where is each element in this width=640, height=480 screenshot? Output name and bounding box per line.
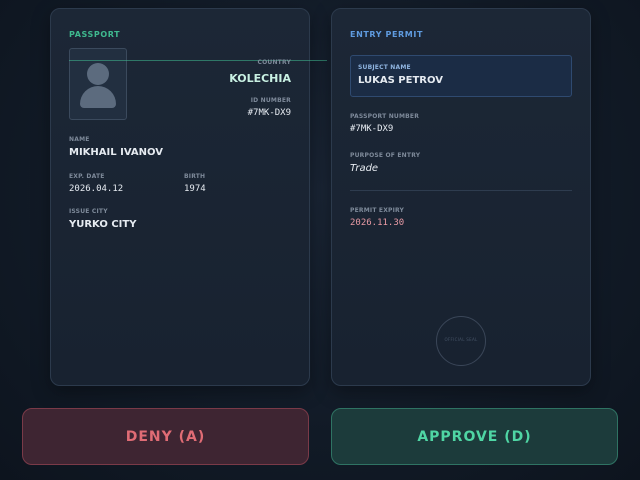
country-label: COUNTRY: [257, 59, 291, 66]
official-seal-icon: OFFICIAL SEAL: [436, 316, 486, 366]
name-label: NAME: [69, 136, 90, 143]
exp-date-value: 2026.04.12: [69, 184, 124, 194]
birth-label: BIRTH: [184, 173, 206, 180]
permit-title: ENTRY PERMIT: [350, 30, 424, 39]
birth-value: 1974: [184, 184, 206, 194]
deny-button[interactable]: DENY (A): [22, 408, 309, 465]
passport-document[interactable]: PASSPORT COUNTRY KOLECHIA ID NUMBER #7MK…: [50, 8, 327, 386]
permit-divider: [350, 190, 572, 191]
subject-name-label: SUBJECT NAME: [358, 64, 411, 71]
passport-title: PASSPORT: [69, 30, 121, 39]
country-value: KOLECHIA: [229, 72, 291, 85]
id-number-label: ID NUMBER: [250, 97, 291, 104]
entry-permit-document[interactable]: ENTRY PERMIT SUBJECT NAME LUKAS PETROV P…: [331, 8, 591, 386]
purpose-label: PURPOSE OF ENTRY: [350, 152, 421, 159]
person-silhouette-icon: [87, 63, 109, 85]
person-shoulders-icon: [80, 86, 116, 108]
passport-photo: [69, 48, 127, 120]
passport-number-label: PASSPORT NUMBER: [350, 113, 420, 120]
name-value: MIKHAIL IVANOV: [69, 147, 163, 158]
id-number-value: #7MK-DX9: [247, 108, 291, 118]
issue-city-label: ISSUE CITY: [69, 208, 108, 215]
purpose-value: Trade: [350, 163, 379, 174]
passport-number-value: #7MK-DX9: [350, 124, 394, 134]
exp-date-label: EXP. DATE: [69, 173, 105, 180]
approve-button[interactable]: APPROVE (D): [331, 408, 618, 465]
permit-expiry-value: 2026.11.30: [350, 218, 405, 228]
seal-text: OFFICIAL SEAL: [444, 337, 478, 342]
issue-city-value: YURKO CITY: [69, 219, 137, 230]
subject-name-value: LUKAS PETROV: [358, 75, 443, 86]
permit-expiry-label: PERMIT EXPIRY: [350, 207, 405, 214]
subject-box: SUBJECT NAME LUKAS PETROV: [350, 55, 572, 97]
